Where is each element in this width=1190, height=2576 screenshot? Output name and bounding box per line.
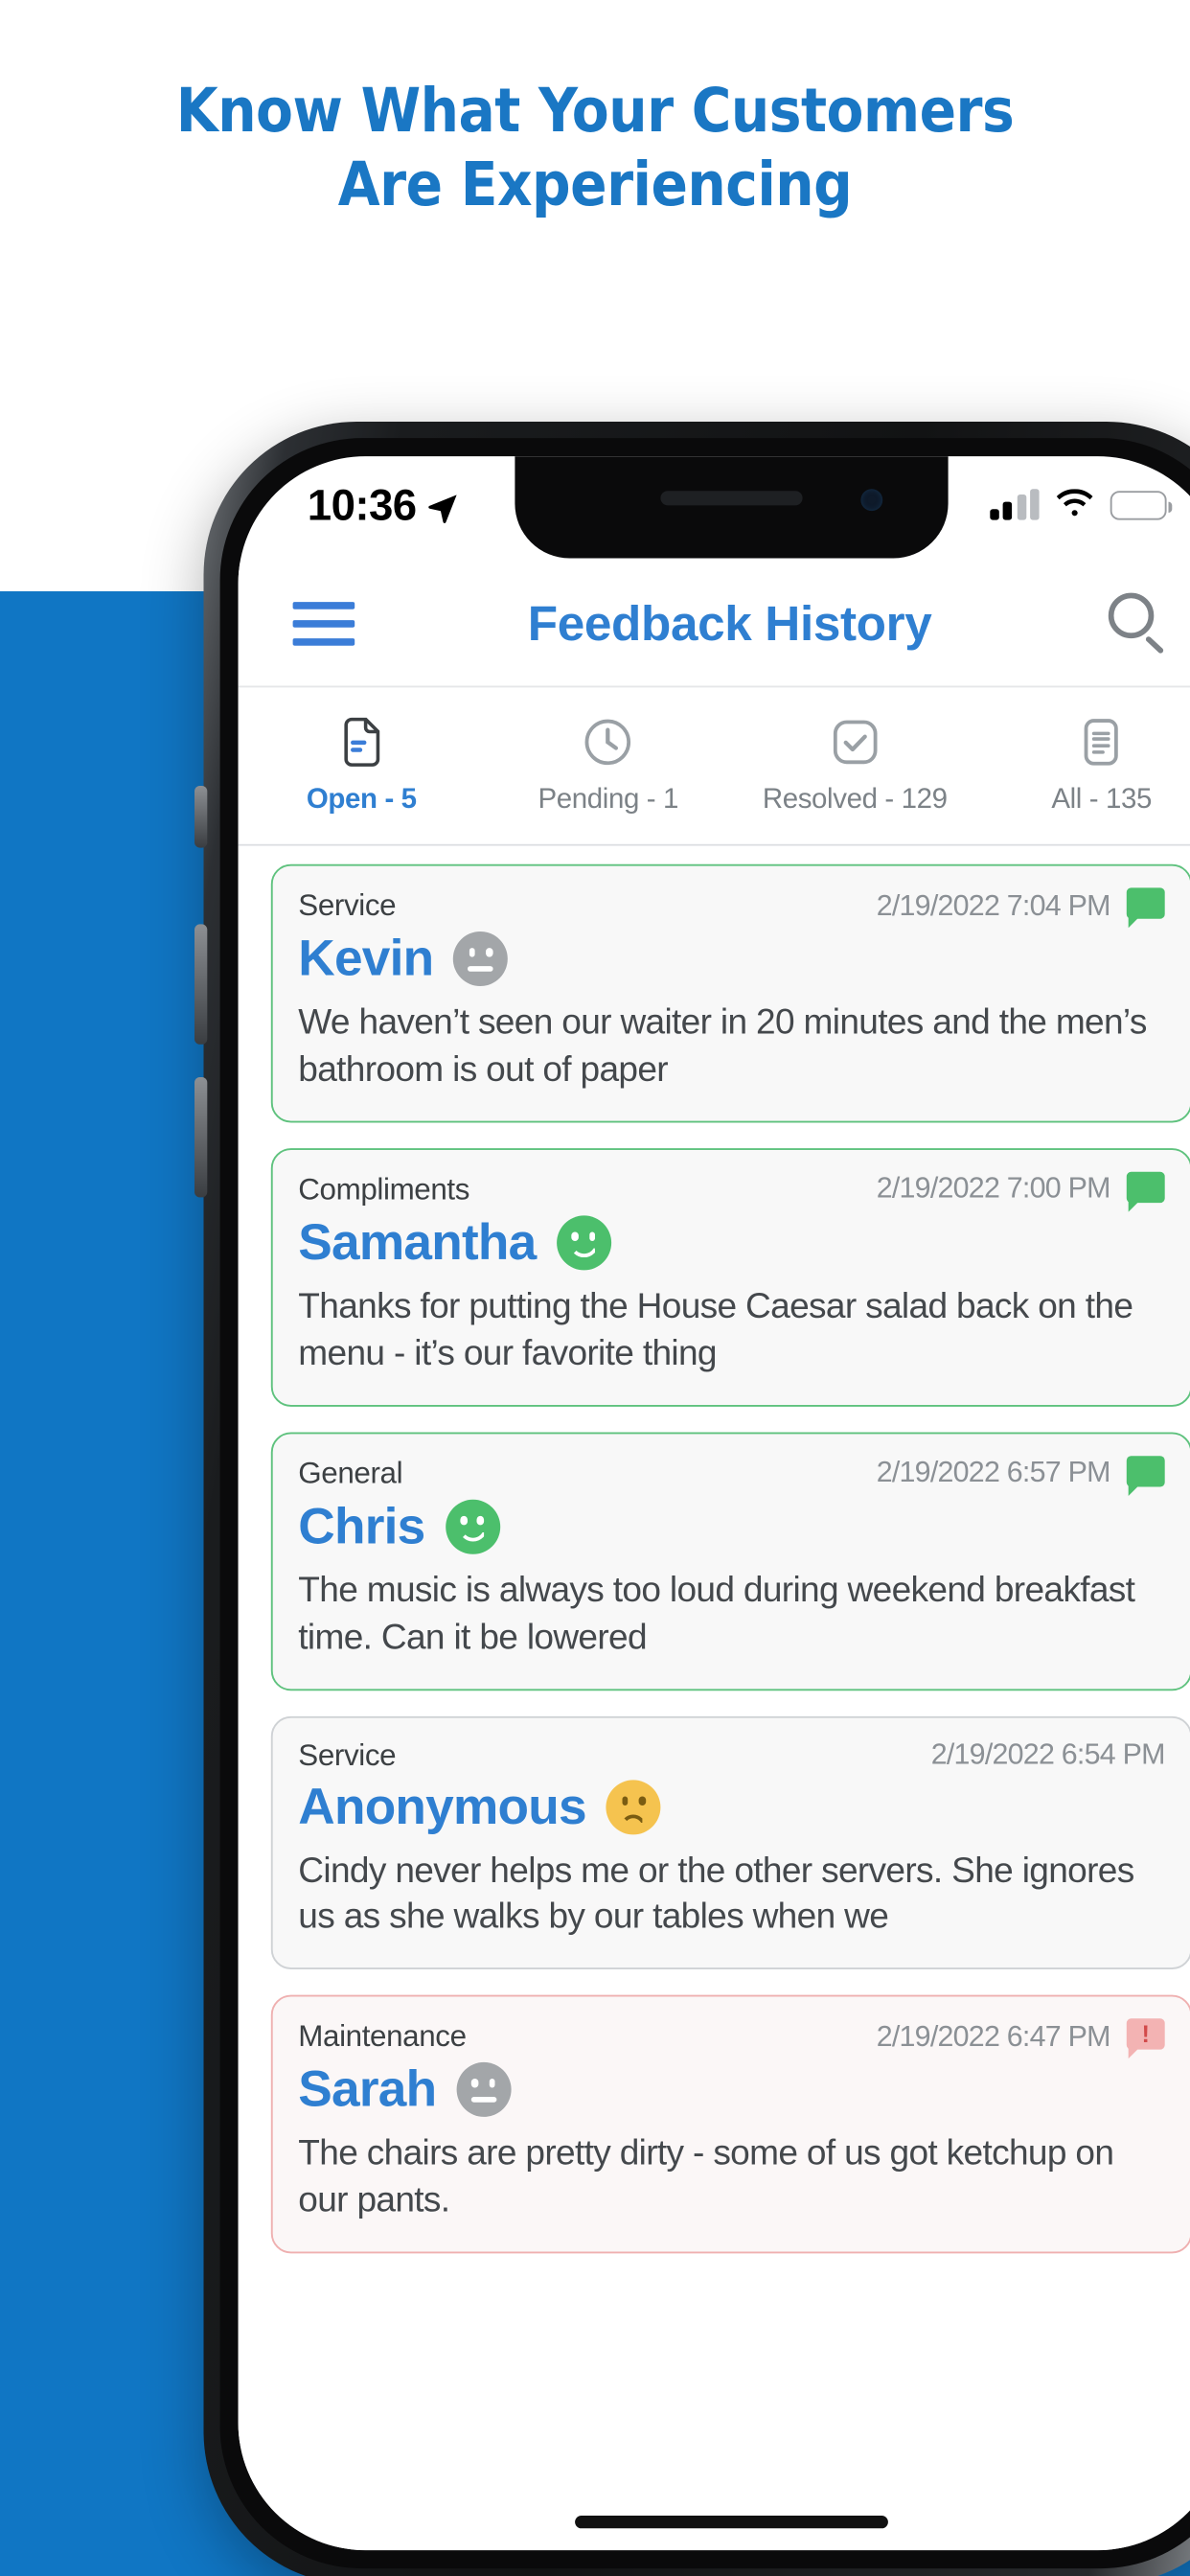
happy-face-icon — [445, 1499, 500, 1554]
app-title: Feedback History — [527, 595, 932, 651]
feedback-timestamp: 2/19/2022 7:04 PM — [876, 890, 1111, 922]
feedback-card[interactable]: Compliments 2/19/2022 7:00 PM Samantha T… — [270, 1147, 1190, 1407]
feedback-timestamp: 2/19/2022 6:47 PM — [876, 2021, 1111, 2054]
tab-pending-label: Pending - 1 — [538, 784, 679, 816]
home-indicator[interactable] — [575, 2516, 888, 2529]
feedback-text: The music is always too loud during week… — [298, 1570, 1135, 1658]
card-meta: 2/19/2022 6:54 PM — [930, 1739, 1166, 1773]
feedback-category: Service — [298, 1738, 397, 1772]
clock-icon — [585, 719, 631, 766]
phone-screen: 10:36 Feedback History Open - 5 Pending … — [238, 456, 1190, 2551]
feedback-text: Thanks for putting the House Caesar sala… — [298, 1286, 1133, 1374]
card-header: Compliments 2/19/2022 7:00 PM — [298, 1171, 1165, 1212]
tab-pending[interactable]: Pending - 1 — [485, 687, 731, 843]
feedback-card[interactable]: Service 2/19/2022 7:04 PM Kevin We haven… — [270, 863, 1190, 1123]
feedback-author: Kevin — [298, 930, 434, 986]
document-lines-icon — [343, 717, 379, 767]
card-author-row: Anonymous — [298, 1778, 1164, 1836]
volume-down-button[interactable] — [195, 1077, 208, 1198]
earpiece-speaker — [660, 491, 803, 506]
card-meta: 2/19/2022 7:00 PM — [876, 1171, 1165, 1212]
tab-resolved[interactable]: Resolved - 129 — [732, 687, 978, 843]
phone-notch — [515, 456, 949, 559]
alert-bubble-icon[interactable]: ! — [1126, 2019, 1165, 2059]
feedback-category: General — [298, 1457, 403, 1490]
message-bubble-icon[interactable] — [1126, 887, 1165, 929]
feedback-category: Compliments — [298, 1173, 470, 1207]
sad-face-icon — [606, 1779, 661, 1834]
feedback-category: Maintenance — [298, 2020, 467, 2055]
neutral-face-icon — [453, 932, 509, 986]
battery-icon — [1110, 490, 1173, 519]
feedback-timestamp: 2/19/2022 7:00 PM — [876, 1174, 1111, 1206]
status-bar-time-group: 10:36 — [308, 482, 460, 533]
feedback-author: Samantha — [298, 1213, 537, 1271]
headline-line-1: Know What Your Customers — [175, 76, 1015, 146]
feedback-text: The chairs are pretty dirty - some of us… — [298, 2133, 1114, 2221]
card-meta: 2/19/2022 7:04 PM — [876, 887, 1165, 929]
front-camera-icon — [860, 489, 883, 512]
feedback-timestamp: 2/19/2022 6:57 PM — [876, 1458, 1111, 1489]
volume-up-button[interactable] — [195, 924, 208, 1045]
cellular-signal-icon — [989, 489, 1040, 520]
feedback-card[interactable]: Service 2/19/2022 6:54 PM Anonymous Cind… — [270, 1715, 1190, 1970]
feedback-list[interactable]: Service 2/19/2022 7:04 PM Kevin We haven… — [238, 845, 1190, 2551]
card-header: Service 2/19/2022 6:54 PM — [298, 1738, 1166, 1774]
feedback-category: Service — [298, 889, 397, 923]
feedback-card[interactable]: Maintenance 2/19/2022 6:47 PM ! Sarah Th… — [270, 1995, 1190, 2254]
tab-resolved-label: Resolved - 129 — [762, 784, 948, 816]
feedback-author: Anonymous — [298, 1777, 586, 1834]
card-header: Service 2/19/2022 7:04 PM — [298, 887, 1165, 929]
tab-all-label: All - 135 — [1051, 784, 1152, 816]
app-navigation-bar: Feedback History — [238, 562, 1190, 686]
happy-face-icon — [556, 1215, 611, 1271]
feedback-author: Sarah — [298, 2060, 437, 2118]
card-author-row: Kevin — [298, 930, 1164, 988]
feedback-text: Cindy never helps me or the other server… — [298, 1850, 1134, 1938]
tab-all[interactable]: All - 135 — [978, 687, 1190, 843]
neutral-face-icon — [456, 2062, 512, 2118]
card-author-row: Samantha — [298, 1213, 1164, 1272]
search-icon[interactable] — [1105, 591, 1170, 656]
card-author-row: Chris — [298, 1497, 1164, 1555]
silence-switch[interactable] — [195, 786, 208, 848]
list-document-icon — [1085, 719, 1119, 766]
tab-open-label: Open - 5 — [306, 784, 417, 816]
check-square-icon — [833, 720, 878, 765]
marketing-screenshot: Know What Your Customers Are Experiencin… — [0, 0, 1190, 2576]
card-meta: 2/19/2022 6:57 PM — [876, 1455, 1165, 1496]
card-header: Maintenance 2/19/2022 6:47 PM ! — [298, 2019, 1165, 2059]
status-bar-clock: 10:36 — [307, 481, 417, 531]
message-bubble-icon[interactable] — [1126, 1455, 1165, 1496]
tab-open[interactable]: Open - 5 — [239, 687, 485, 843]
message-bubble-icon[interactable] — [1126, 1171, 1165, 1212]
feedback-card[interactable]: General 2/19/2022 6:57 PM Chris The musi… — [270, 1431, 1190, 1690]
wifi-icon — [1056, 489, 1093, 517]
phone-mockup: 10:36 Feedback History Open - 5 Pending … — [67, 422, 1190, 2576]
headline-line-2: Are Experiencing — [337, 150, 853, 219]
feedback-text: We haven’t seen our waiter in 20 minutes… — [298, 1002, 1147, 1091]
card-header: General 2/19/2022 6:57 PM — [298, 1455, 1165, 1496]
feedback-timestamp: 2/19/2022 6:54 PM — [930, 1739, 1166, 1771]
card-author-row: Sarah — [298, 2061, 1164, 2120]
location-arrow-icon — [428, 494, 457, 522]
page-title: Know What Your Customers Are Experiencin… — [0, 80, 1190, 215]
feedback-author: Chris — [298, 1497, 425, 1554]
status-bar-indicators — [989, 489, 1173, 520]
card-meta: 2/19/2022 6:47 PM ! — [876, 2019, 1165, 2059]
hamburger-menu-icon[interactable] — [292, 602, 355, 646]
status-filter-tabs: Open - 5 Pending - 1 Resolved - 129 All … — [238, 685, 1190, 846]
